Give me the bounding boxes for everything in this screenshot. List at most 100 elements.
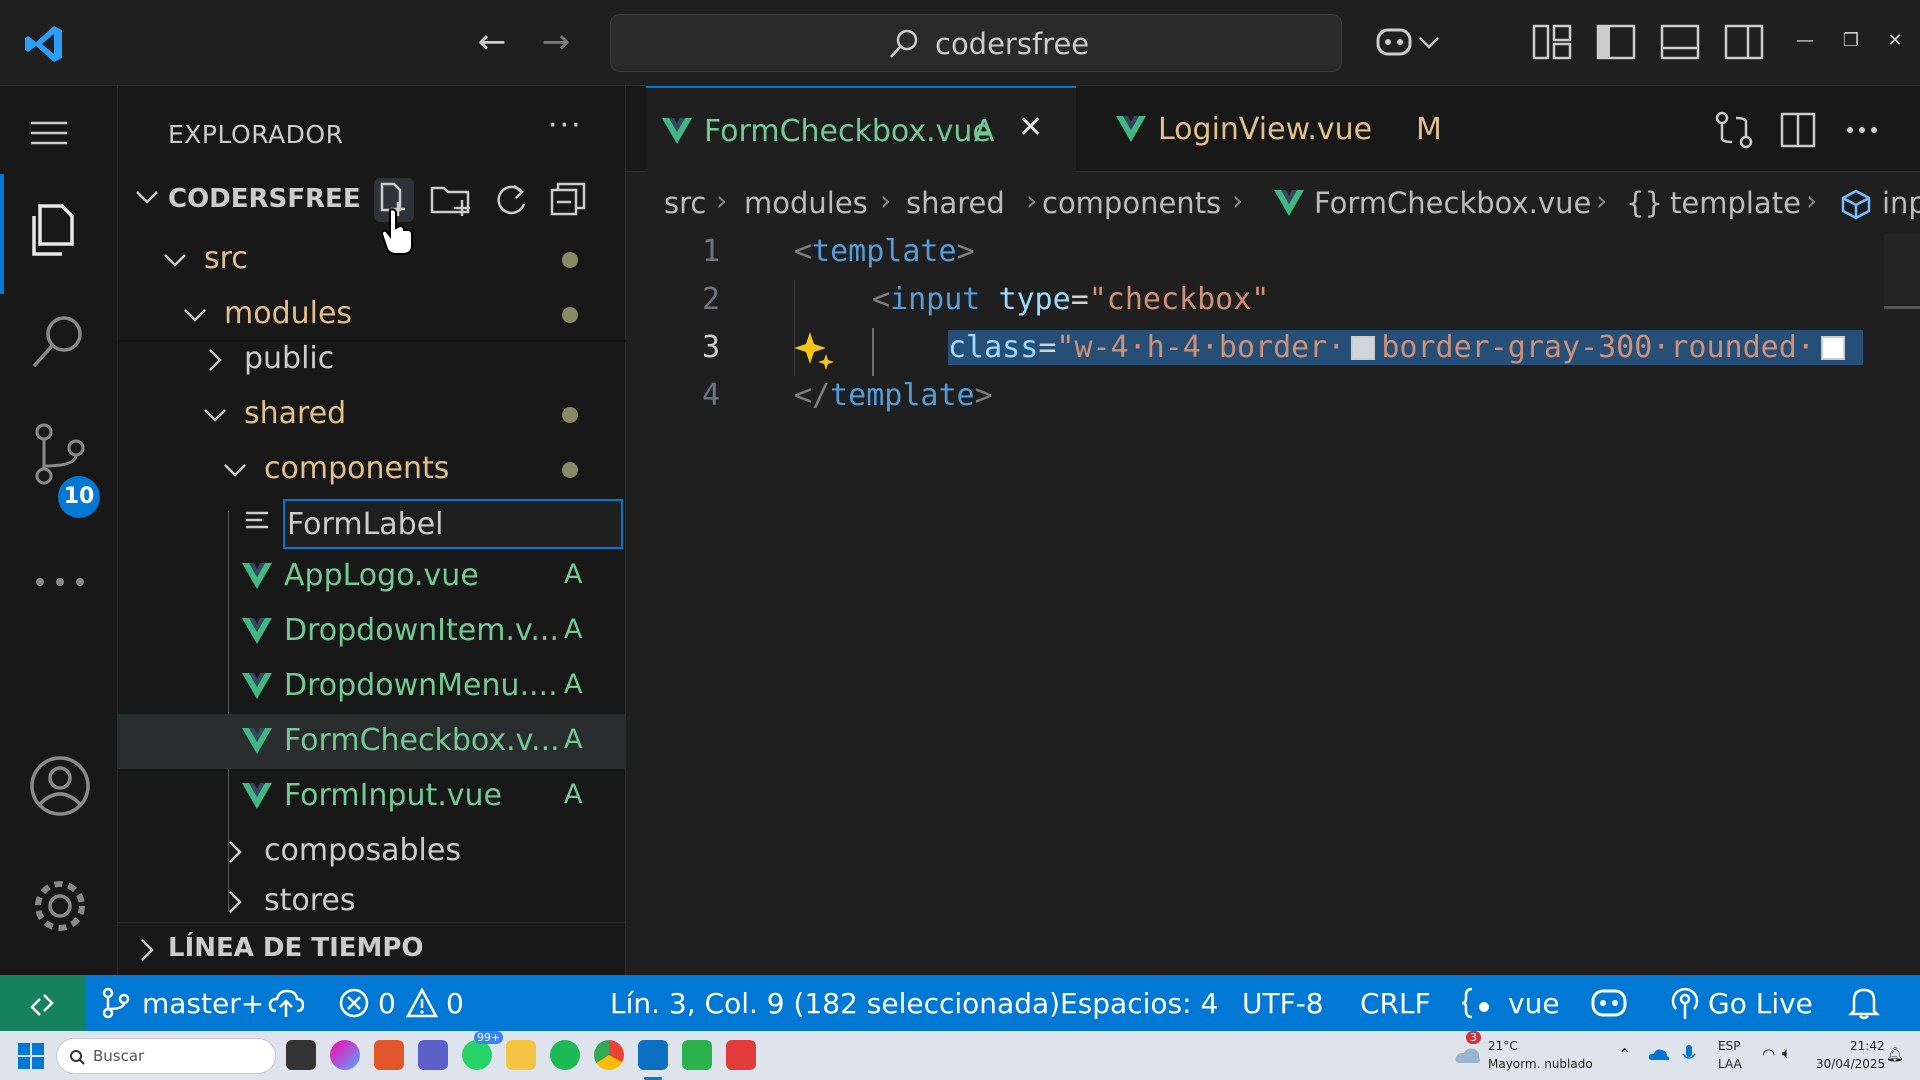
collapse-all-icon[interactable] (546, 178, 592, 222)
spotify-icon[interactable] (550, 1040, 580, 1070)
timeline-section[interactable]: LÍNEA DE TIEMPO (118, 922, 626, 972)
minimap-slider[interactable] (1884, 306, 1920, 309)
warning-count[interactable]: 0 (446, 987, 464, 1020)
arrow-right-icon[interactable]: → (536, 22, 576, 62)
task-view-icon[interactable] (286, 1040, 316, 1070)
color-swatch[interactable] (1351, 336, 1376, 360)
search-icon[interactable] (0, 300, 118, 400)
end-of-line[interactable]: CRLF (1360, 987, 1431, 1020)
taskbar-search[interactable]: Buscar (56, 1038, 276, 1074)
language-mode[interactable]: vue (1508, 987, 1560, 1020)
breadcrumb-item[interactable]: inp (1882, 186, 1920, 220)
account-icon[interactable] (0, 746, 118, 846)
notification-center-icon[interactable]: 🔔︎ (1886, 1047, 1904, 1063)
breadcrumb-item[interactable]: src (664, 186, 706, 220)
error-count[interactable]: 0 (378, 987, 396, 1020)
teams-icon[interactable] (418, 1040, 448, 1070)
indentation[interactable]: Espacios: 4 (1060, 987, 1218, 1020)
windows-taskbar: Buscar 99+ 3 21°C Mayorm. nublado ⌃ ESP … (0, 1031, 1920, 1080)
chevron-down-icon (184, 309, 206, 322)
copilot-icon[interactable] (1372, 20, 1416, 64)
weather-icon[interactable] (1454, 1041, 1482, 1069)
tab-formcheckbox[interactable]: FormCheckbox.vue A ✕ (646, 86, 1076, 172)
tree-file[interactable]: DropdownMenu.... A (118, 659, 626, 714)
toggle-primary-sidebar-icon[interactable] (1594, 20, 1638, 64)
menu-icon[interactable] (0, 86, 118, 186)
chevron-down-icon[interactable] (1414, 20, 1444, 64)
tree-folder-shared[interactable]: shared (118, 387, 626, 442)
toggle-secondary-sidebar-icon[interactable] (1722, 20, 1766, 64)
wifi-icon[interactable]: ◠ (1762, 1045, 1775, 1063)
copilot-icon[interactable] (1590, 985, 1628, 1021)
vscode-taskbar-icon[interactable] (638, 1040, 668, 1070)
refresh-icon[interactable] (488, 178, 534, 222)
color-swatch[interactable] (1820, 336, 1845, 360)
command-center-search[interactable]: codersfree (610, 14, 1342, 72)
go-live-button[interactable]: Go Live (1708, 987, 1813, 1020)
source-control-icon[interactable]: 10 (0, 416, 118, 518)
tree-file[interactable]: FormInput.vue A (118, 769, 626, 824)
tree-folder-src[interactable]: src (118, 232, 626, 287)
new-folder-icon[interactable] (428, 178, 474, 222)
close-window-icon[interactable]: ✕ (1880, 26, 1910, 56)
toggle-panel-icon[interactable] (1658, 20, 1702, 64)
cursor-position[interactable]: Lín. 3, Col. 9 (182 seleccionada) (610, 987, 1060, 1020)
encoding[interactable]: UTF-8 (1242, 987, 1324, 1020)
tree-folder-public[interactable]: public (118, 332, 626, 387)
tree-folder-components[interactable]: components (118, 442, 626, 497)
breadcrumb-item[interactable]: components (1042, 186, 1221, 220)
app-icon[interactable] (682, 1040, 712, 1070)
tree-folder-stores[interactable]: stores (118, 874, 626, 922)
workspace-header[interactable]: CODERSFREE (118, 178, 626, 222)
rename-input[interactable] (283, 499, 623, 549)
customize-layout-icon[interactable] (1530, 20, 1574, 64)
gear-icon[interactable] (0, 866, 118, 966)
minimap[interactable] (1884, 234, 1920, 304)
tree-file[interactable]: AppLogo.vue A (118, 549, 626, 604)
clock-time[interactable]: 21:42 (1850, 1039, 1885, 1053)
breadcrumb-item[interactable]: template (1670, 186, 1801, 220)
keyboard-lang[interactable]: ESP (1718, 1039, 1740, 1053)
breadcrumb-item[interactable]: FormCheckbox.vue (1314, 186, 1591, 220)
copilot-app-icon[interactable] (330, 1040, 360, 1070)
more-views-icon[interactable] (0, 540, 118, 640)
clock-date[interactable]: 30/04/2025 (1816, 1057, 1885, 1071)
code-editor[interactable]: 1 2 3 4 <template> <input type="checkbox… (626, 232, 1920, 975)
microphone-icon[interactable] (1682, 1044, 1696, 1066)
app-icon[interactable] (374, 1040, 404, 1070)
breadcrumb-item[interactable]: modules (744, 186, 868, 220)
line-number: 3 (701, 330, 720, 365)
split-editor-icon[interactable] (1776, 108, 1820, 152)
sparkle-icon[interactable] (794, 328, 838, 372)
minimize-icon[interactable]: — (1790, 26, 1820, 56)
open-changes-icon[interactable] (1712, 108, 1756, 152)
tree-folder-composables[interactable]: composables (118, 824, 626, 879)
file-explorer-icon[interactable] (506, 1040, 536, 1070)
git-branch[interactable]: master+ (142, 987, 264, 1020)
whatsapp-icon[interactable] (462, 1040, 492, 1070)
onedrive-icon[interactable] (1648, 1046, 1670, 1062)
windows-start-icon[interactable] (18, 1043, 44, 1069)
tree-file-selected[interactable]: FormCheckbox.v... A (118, 714, 626, 769)
tree-file[interactable]: DropdownItem.v... A (118, 604, 626, 659)
explorer-icon[interactable] (0, 182, 118, 282)
tab-loginview[interactable]: LoginView.vue M (1086, 86, 1486, 172)
bell-icon[interactable] (1848, 985, 1880, 1021)
tree-label: shared (244, 396, 347, 431)
close-icon[interactable]: ✕ (1018, 110, 1043, 145)
volume-icon[interactable]: 🔈︎ (1782, 1044, 1791, 1062)
git-branch-icon (102, 987, 130, 1019)
chrome-icon[interactable] (594, 1040, 624, 1070)
language-braces-icon (1462, 987, 1489, 1019)
arrow-left-icon[interactable]: ← (472, 22, 512, 62)
keyboard-lang-variant[interactable]: LAA (1718, 1057, 1742, 1071)
remote-indicator[interactable] (0, 975, 86, 1031)
chevron-up-icon[interactable]: ⌃ (1618, 1045, 1631, 1064)
app-icon[interactable] (726, 1040, 756, 1070)
cloud-upload-icon[interactable] (268, 987, 304, 1019)
sidebar-more-icon[interactable]: ··· (548, 108, 583, 143)
breadcrumb-item[interactable]: shared (906, 186, 1005, 220)
restore-icon[interactable]: ❐ (1836, 26, 1866, 56)
vue-file-icon (242, 563, 272, 589)
more-actions-icon[interactable] (1840, 108, 1884, 152)
